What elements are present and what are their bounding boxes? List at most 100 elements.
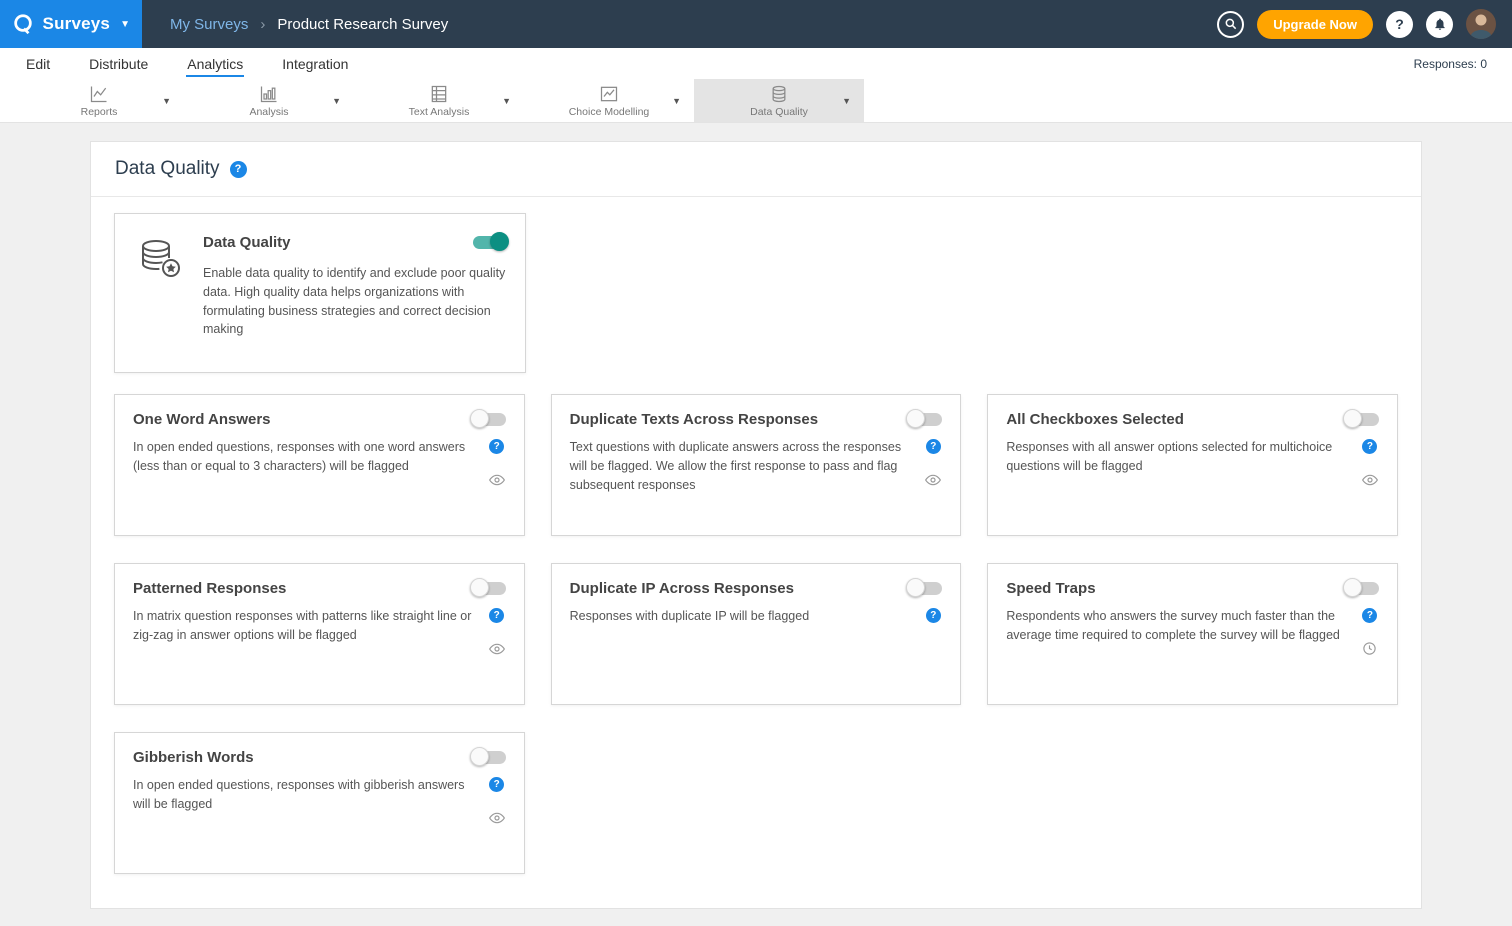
toggle-knob (490, 232, 509, 251)
toolbar-item-analysis[interactable]: Analysis ▼ (184, 79, 354, 122)
responses-count: Responses: 0 (1414, 57, 1487, 71)
card-title: One Word Answers (133, 411, 271, 428)
tab-edit[interactable]: Edit (25, 51, 51, 77)
preview-eye-icon[interactable] (489, 641, 505, 662)
card-speed-traps: Speed Traps Respondents who answers the … (987, 563, 1398, 705)
card-title: Data Quality (203, 234, 291, 251)
card-duplicate-texts: Duplicate Texts Across Responses Text qu… (551, 394, 962, 536)
toggle-knob (470, 578, 489, 597)
toolbar-item-label: Data Quality (750, 106, 808, 118)
help-icon[interactable]: ? (926, 439, 941, 454)
chevron-down-icon[interactable]: ▼ (162, 96, 171, 106)
card-title: Speed Traps (1006, 580, 1095, 597)
toolbar-item-label: Text Analysis (409, 106, 470, 118)
help-button[interactable]: ? (1386, 11, 1413, 38)
tab-analytics[interactable]: Analytics (186, 51, 244, 77)
card-one-word-answers: One Word Answers In open ended questions… (114, 394, 525, 536)
card-description: Enable data quality to identify and excl… (203, 264, 507, 339)
card-description: In open ended questions, responses with … (133, 438, 480, 493)
tab-integration[interactable]: Integration (281, 51, 349, 77)
toggle-knob (470, 409, 489, 428)
page-title: Data Quality (115, 158, 220, 180)
preview-eye-icon[interactable] (925, 472, 941, 493)
chevron-down-icon[interactable]: ▼ (332, 96, 341, 106)
data-quality-master-card: Data Quality Enable data quality to iden… (114, 213, 526, 373)
topbar-actions: Upgrade Now ? (1217, 9, 1512, 39)
card-description: Responses with all answer options select… (1006, 438, 1353, 493)
help-icon[interactable]: ? (489, 608, 504, 623)
user-avatar[interactable] (1466, 9, 1496, 39)
help-icon[interactable]: ? (926, 608, 941, 623)
toolbar-item-label: Reports (81, 106, 118, 118)
card-description: Text questions with duplicate answers ac… (570, 438, 917, 494)
preview-eye-icon[interactable] (489, 810, 505, 831)
surveys-app-switcher[interactable]: Surveys ▼ (0, 0, 142, 48)
analytics-toolbar: Reports ▼ Analysis ▼ Text Analysis ▼ Cho… (0, 79, 1512, 123)
card-description: Responses with duplicate IP will be flag… (570, 607, 917, 626)
avatar-image (1466, 9, 1496, 39)
card-title: Gibberish Words (133, 749, 254, 766)
tab-distribute[interactable]: Distribute (88, 51, 149, 77)
chevron-down-icon[interactable]: ▼ (502, 96, 511, 106)
toolbar-item-choice-modelling[interactable]: Choice Modelling ▼ (524, 79, 694, 122)
toggle-knob (906, 409, 925, 428)
help-icon[interactable]: ? (489, 439, 504, 454)
toggle-knob (470, 747, 489, 766)
toggle-knob (1343, 409, 1362, 428)
bar-chart-icon (259, 84, 279, 104)
line-chart-icon (89, 84, 109, 104)
card-duplicate-ip: Duplicate IP Across Responses Responses … (551, 563, 962, 705)
duplicate-ip-toggle[interactable] (908, 582, 942, 595)
help-icon[interactable]: ? (489, 777, 504, 792)
card-description: In matrix question responses with patter… (133, 607, 480, 662)
help-icon[interactable]: ? (230, 161, 247, 178)
topbar: Surveys ▼ My Surveys › Product Research … (0, 0, 1512, 48)
feature-cards-grid: One Word Answers In open ended questions… (114, 394, 1398, 874)
preview-eye-icon[interactable] (1362, 472, 1378, 493)
notifications-button[interactable] (1426, 11, 1453, 38)
preview-eye-icon[interactable] (489, 472, 505, 493)
toolbar-item-data-quality[interactable]: Data Quality ▼ (694, 79, 864, 122)
boxed-chart-icon (599, 84, 619, 104)
search-icon (1224, 17, 1238, 31)
help-icon[interactable]: ? (1362, 608, 1377, 623)
card-title: Patterned Responses (133, 580, 286, 597)
toolbar-item-reports[interactable]: Reports ▼ (14, 79, 184, 122)
one-word-answers-toggle[interactable] (472, 413, 506, 426)
section-tabs: Edit Distribute Analytics Integration Re… (0, 48, 1512, 79)
card-title: All Checkboxes Selected (1006, 411, 1184, 428)
clock-icon[interactable] (1362, 641, 1377, 661)
card-title: Duplicate Texts Across Responses (570, 411, 818, 428)
chevron-down-icon[interactable]: ▼ (672, 96, 681, 106)
all-checkboxes-toggle[interactable] (1345, 413, 1379, 426)
card-description: In open ended questions, responses with … (133, 776, 480, 831)
breadcrumb-separator-icon: › (260, 16, 265, 33)
chevron-down-icon: ▼ (120, 19, 130, 30)
breadcrumb-my-surveys[interactable]: My Surveys (170, 16, 248, 33)
toggle-knob (1343, 578, 1362, 597)
data-quality-panel: Data Quality ? Data Quality (90, 141, 1422, 909)
brand-label: Surveys (43, 14, 111, 34)
card-description: Respondents who answers the survey much … (1006, 607, 1353, 661)
card-all-checkboxes: All Checkboxes Selected Responses with a… (987, 394, 1398, 536)
help-icon[interactable]: ? (1362, 439, 1377, 454)
chevron-down-icon[interactable]: ▼ (842, 96, 851, 106)
database-icon (769, 84, 789, 104)
data-quality-toggle[interactable] (473, 236, 507, 249)
panel-body: Data Quality Enable data quality to iden… (91, 197, 1421, 908)
speed-traps-toggle[interactable] (1345, 582, 1379, 595)
panel-header: Data Quality ? (91, 142, 1421, 197)
toggle-knob (906, 578, 925, 597)
card-gibberish-words: Gibberish Words In open ended questions,… (114, 732, 525, 874)
bell-icon (1433, 17, 1447, 31)
toolbar-item-text-analysis[interactable]: Text Analysis ▼ (354, 79, 524, 122)
duplicate-texts-toggle[interactable] (908, 413, 942, 426)
gibberish-words-toggle[interactable] (472, 751, 506, 764)
breadcrumb-current-survey: Product Research Survey (277, 16, 448, 33)
card-patterned-responses: Patterned Responses In matrix question r… (114, 563, 525, 705)
patterned-responses-toggle[interactable] (472, 582, 506, 595)
breadcrumb: My Surveys › Product Research Survey (170, 16, 448, 33)
search-button[interactable] (1217, 11, 1244, 38)
upgrade-now-button[interactable]: Upgrade Now (1257, 10, 1373, 39)
card-title: Duplicate IP Across Responses (570, 580, 794, 597)
